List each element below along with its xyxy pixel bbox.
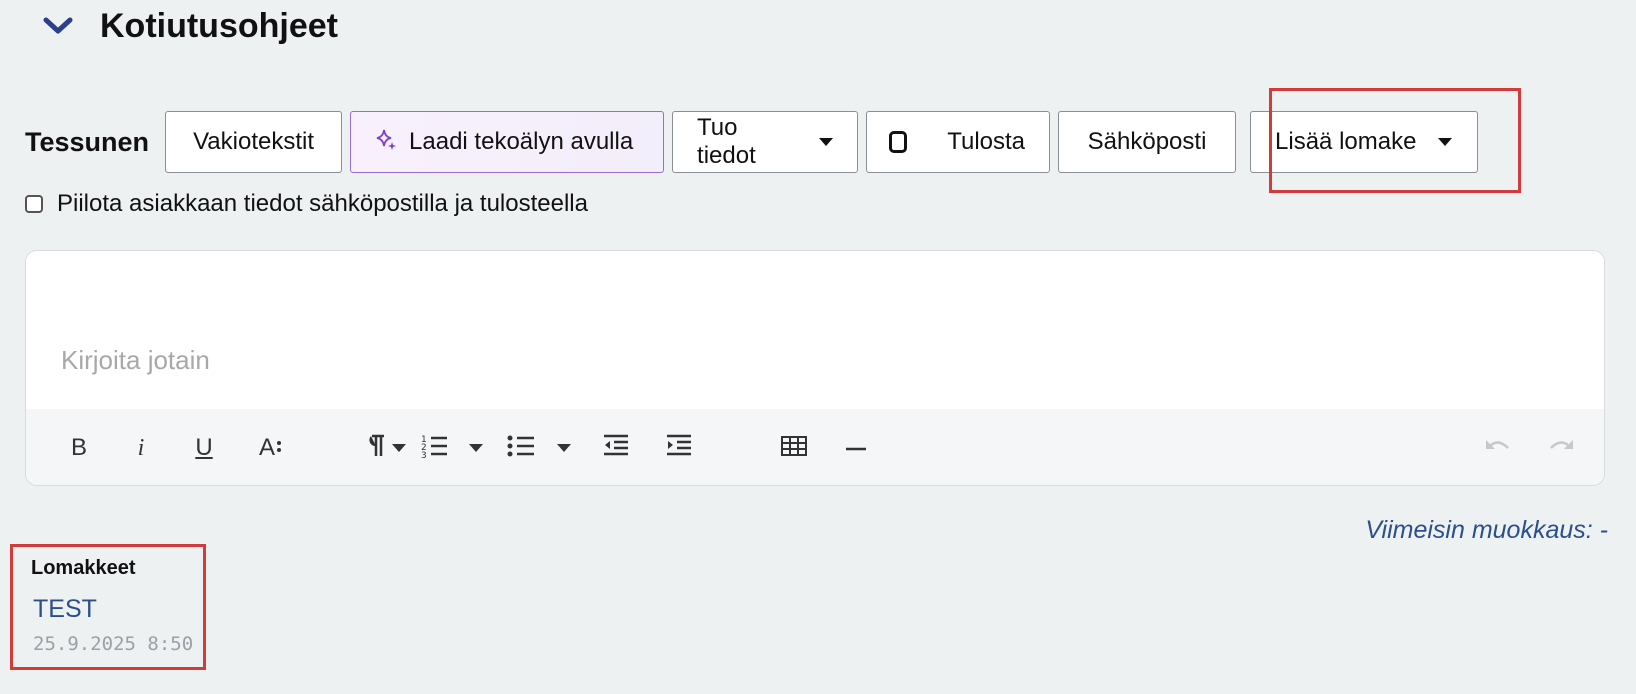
- email-button[interactable]: Sähköposti: [1058, 111, 1237, 173]
- section-title: Kotiutusohjeet: [100, 6, 338, 45]
- import-data-label: Tuo tiedot: [697, 114, 756, 169]
- caret-down-icon: [819, 138, 834, 146]
- horizontal-line-button[interactable]: [841, 428, 871, 468]
- section-header: Kotiutusohjeet: [38, 6, 338, 46]
- rich-text-editor: B i U A 1: [25, 250, 1605, 486]
- chevron-down-icon[interactable]: [38, 6, 78, 46]
- sparkle-icon: [375, 128, 397, 157]
- hide-client-info-label: Piilota asiakkaan tiedot sähköpostilla j…: [57, 190, 588, 217]
- indent-button[interactable]: [662, 428, 696, 468]
- import-data-dropdown[interactable]: Tuo tiedot: [672, 111, 859, 173]
- svg-text:3: 3: [421, 451, 427, 460]
- add-form-highlight: [1269, 88, 1521, 193]
- undo-icon: [1484, 436, 1512, 461]
- toolbar-label: Tessunen: [25, 126, 150, 157]
- bullet-list-button[interactable]: [506, 428, 576, 468]
- ordered-list-button[interactable]: 1 2 3: [419, 428, 489, 468]
- paragraph-format-button[interactable]: [362, 428, 410, 468]
- redo-button[interactable]: [1544, 428, 1578, 468]
- standard-texts-label: Vakiotekstit: [193, 128, 314, 155]
- indent-icon: [665, 434, 693, 463]
- hide-client-info-checkbox[interactable]: [25, 195, 43, 213]
- hide-client-info-row: Piilota asiakkaan tiedot sähköpostilla j…: [25, 190, 588, 218]
- bullet-list-icon: [506, 432, 576, 465]
- italic-button[interactable]: i: [126, 428, 156, 468]
- forms-title: Lomakkeet: [31, 557, 136, 579]
- outdent-icon: [602, 434, 630, 463]
- undo-button[interactable]: [1481, 428, 1515, 468]
- forms-panel: Lomakkeet TEST 25.9.2025 8:50: [10, 544, 206, 670]
- paragraph-icon: [362, 432, 410, 465]
- print-label: Tulosta: [947, 128, 1026, 155]
- form-date: 25.9.2025 8:50: [33, 633, 194, 655]
- outdent-button[interactable]: [599, 428, 633, 468]
- font-size-button[interactable]: A: [253, 428, 289, 468]
- horizontal-line-icon: [845, 439, 867, 457]
- print-icon: [889, 131, 908, 153]
- standard-texts-button[interactable]: Vakiotekstit: [165, 111, 343, 173]
- editor-toolbar: B i U A 1 2 3: [26, 409, 1604, 485]
- ai-compose-label: Laadi tekoälyn avulla: [409, 128, 634, 155]
- redo-icon: [1547, 436, 1575, 461]
- bold-button[interactable]: B: [64, 428, 94, 468]
- insert-table-button[interactable]: [777, 428, 811, 468]
- last-edit-info: Viimeisin muokkaus: -: [1365, 516, 1608, 544]
- font-size-icon: [275, 438, 283, 459]
- ai-compose-button[interactable]: Laadi tekoälyn avulla: [350, 111, 665, 173]
- action-toolbar: Tessunen Vakiotekstit Laadi tekoälyn avu…: [25, 110, 1479, 174]
- editor-input[interactable]: [26, 251, 1604, 409]
- form-link[interactable]: TEST: [33, 595, 97, 624]
- table-icon: [780, 435, 808, 462]
- print-button[interactable]: Tulosta: [866, 111, 1051, 173]
- ordered-list-icon: 1 2 3: [419, 432, 489, 465]
- underline-button[interactable]: U: [189, 428, 219, 468]
- email-label: Sähköposti: [1087, 128, 1207, 155]
